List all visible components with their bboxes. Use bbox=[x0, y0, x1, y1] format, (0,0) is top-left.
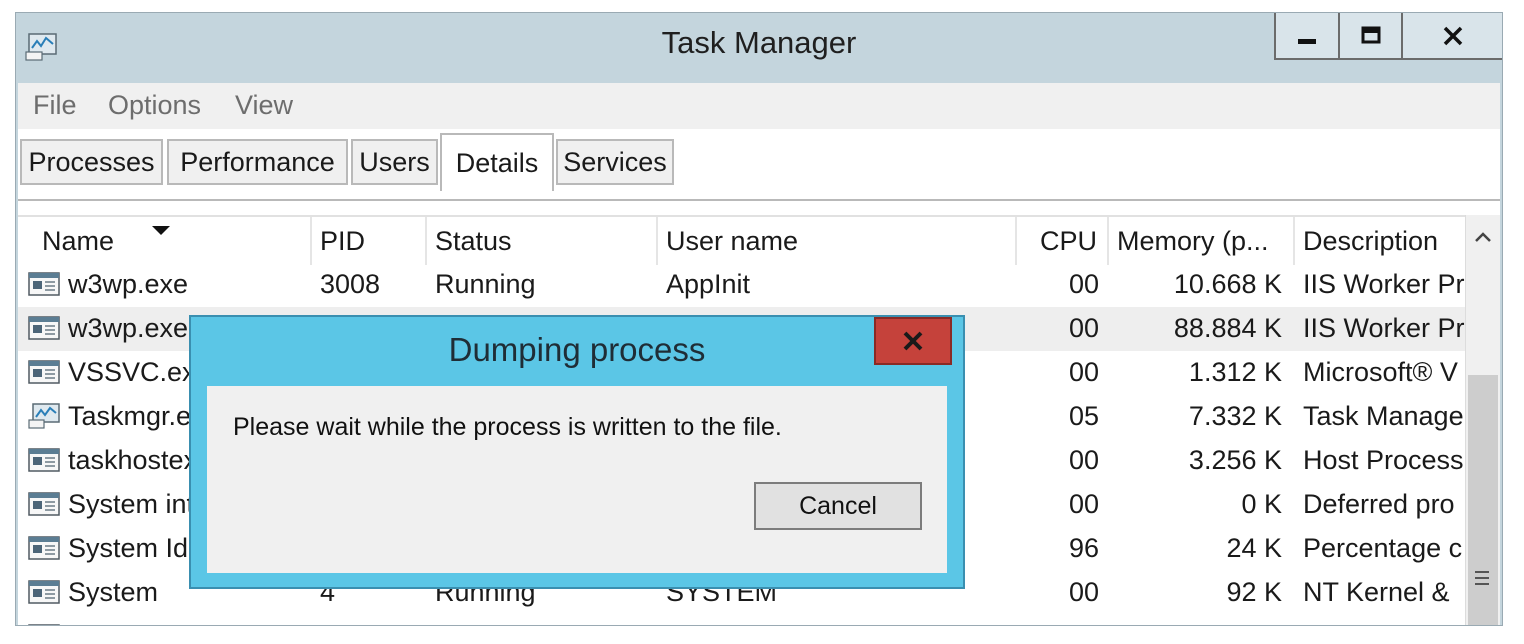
cell-description: IIS Worker Pr bbox=[1303, 269, 1465, 299]
cell-cpu: 00 bbox=[1068, 357, 1099, 387]
process-row[interactable]: svchost.exe604RunningSYSTEM002.124 KHost… bbox=[18, 615, 1466, 625]
tab-services[interactable]: Services bbox=[556, 139, 674, 185]
column-header-pid[interactable]: PID bbox=[312, 217, 427, 265]
cell-memory: 7.332 K bbox=[1188, 401, 1282, 431]
scroll-grip-icon bbox=[1475, 571, 1489, 589]
cell-memory: 2.124 K bbox=[1109, 615, 1282, 625]
tab-users[interactable]: Users bbox=[351, 139, 438, 185]
cell-description: NT Kernel & bbox=[1303, 577, 1450, 607]
process-icon bbox=[28, 359, 60, 385]
menu-bar: File Options View bbox=[18, 83, 1500, 129]
cell-memory: 24 K bbox=[1226, 533, 1282, 563]
cell-status: Running bbox=[435, 615, 655, 625]
cell-name: svchost.exe bbox=[68, 615, 308, 625]
close-button[interactable] bbox=[1401, 13, 1502, 60]
dialog-body: Please wait while the process is written… bbox=[207, 386, 947, 573]
column-header-user[interactable]: User name bbox=[658, 217, 1017, 265]
cell-description: Percentage c bbox=[1303, 533, 1463, 563]
minimize-button[interactable] bbox=[1274, 13, 1340, 60]
minimize-icon bbox=[1298, 38, 1316, 44]
sort-descending-icon bbox=[152, 226, 170, 235]
dumping-process-dialog: Dumping process Please wait while the pr… bbox=[189, 315, 965, 589]
column-header-row: Name PID Status User name CPU Memory (p.… bbox=[18, 215, 1466, 265]
process-icon bbox=[28, 535, 60, 561]
cancel-button[interactable]: Cancel bbox=[754, 482, 922, 530]
scroll-up-button[interactable] bbox=[1466, 215, 1500, 259]
menu-file[interactable]: File bbox=[33, 90, 77, 121]
cell-memory: 92 K bbox=[1226, 577, 1282, 607]
cell-user: SYSTEM bbox=[666, 615, 1011, 625]
close-icon bbox=[1443, 26, 1462, 45]
cell-description: Host Process bbox=[1303, 615, 1470, 625]
cell-memory: 10.668 K bbox=[1173, 269, 1282, 299]
cell-name: w3wp.exe bbox=[68, 269, 189, 299]
process-row[interactable]: w3wp.exe 3008 Running AppInit 00 10.668 K IIS … bbox=[18, 263, 1466, 307]
cell-cpu: 05 bbox=[1068, 401, 1099, 431]
cell-pid: 3008 bbox=[320, 269, 381, 299]
column-header-status[interactable]: Status bbox=[427, 217, 658, 265]
dialog-title: Dumping process bbox=[448, 331, 706, 368]
cell-memory: 0 K bbox=[1241, 489, 1282, 519]
title-bar[interactable]: Task Manager bbox=[16, 13, 1502, 81]
cell-user: AppInit bbox=[666, 269, 751, 299]
cell-status: Running bbox=[435, 269, 536, 299]
process-icon bbox=[28, 491, 60, 517]
process-icon bbox=[28, 447, 60, 473]
tab-details[interactable]: Details bbox=[440, 133, 554, 191]
dialog-close-button[interactable] bbox=[874, 317, 952, 365]
column-header-description[interactable]: Description bbox=[1295, 217, 1470, 265]
cell-cpu: 00 bbox=[1017, 615, 1099, 625]
task-manager-icon bbox=[28, 403, 60, 429]
cell-description: Host Process bbox=[1303, 445, 1464, 475]
tab-processes[interactable]: Processes bbox=[20, 139, 163, 185]
cell-description: IIS Worker Pr bbox=[1303, 313, 1465, 343]
process-icon bbox=[28, 623, 60, 625]
menu-view[interactable]: View bbox=[235, 90, 293, 121]
chevron-up-icon bbox=[1475, 232, 1491, 242]
cell-cpu: 00 bbox=[1068, 577, 1099, 607]
dialog-message: Please wait while the process is written… bbox=[233, 413, 782, 441]
close-icon bbox=[903, 331, 923, 351]
maximize-icon bbox=[1361, 26, 1380, 43]
cell-cpu: 00 bbox=[1068, 269, 1099, 299]
cell-memory: 1.312 K bbox=[1188, 357, 1282, 387]
cell-cpu: 96 bbox=[1068, 533, 1099, 563]
cell-cpu: 00 bbox=[1068, 313, 1099, 343]
cell-description: Microsoft® V bbox=[1303, 357, 1458, 387]
cell-memory: 88.884 K bbox=[1173, 313, 1282, 343]
vertical-scrollbar[interactable] bbox=[1465, 215, 1500, 625]
process-icon bbox=[28, 579, 60, 605]
tab-strip: Processes Performance Users Details Serv… bbox=[18, 129, 1500, 201]
cell-pid: 604 bbox=[320, 615, 420, 625]
cell-cpu: 00 bbox=[1068, 489, 1099, 519]
column-header-name[interactable]: Name bbox=[18, 217, 312, 265]
cell-description: Task Manager bbox=[1303, 401, 1470, 431]
cell-cpu: 00 bbox=[1068, 445, 1099, 475]
window-controls bbox=[1274, 13, 1502, 60]
process-icon bbox=[28, 271, 60, 297]
column-header-name-label: Name bbox=[42, 226, 115, 256]
column-header-memory[interactable]: Memory (p... bbox=[1109, 217, 1295, 265]
cell-description: Deferred pro bbox=[1303, 489, 1455, 519]
cell-memory: 3.256 K bbox=[1188, 445, 1282, 475]
menu-options[interactable]: Options bbox=[108, 90, 201, 121]
maximize-button[interactable] bbox=[1338, 13, 1403, 60]
column-header-cpu[interactable]: CPU bbox=[1017, 217, 1109, 265]
tab-performance[interactable]: Performance bbox=[167, 139, 348, 185]
process-icon bbox=[28, 315, 60, 341]
